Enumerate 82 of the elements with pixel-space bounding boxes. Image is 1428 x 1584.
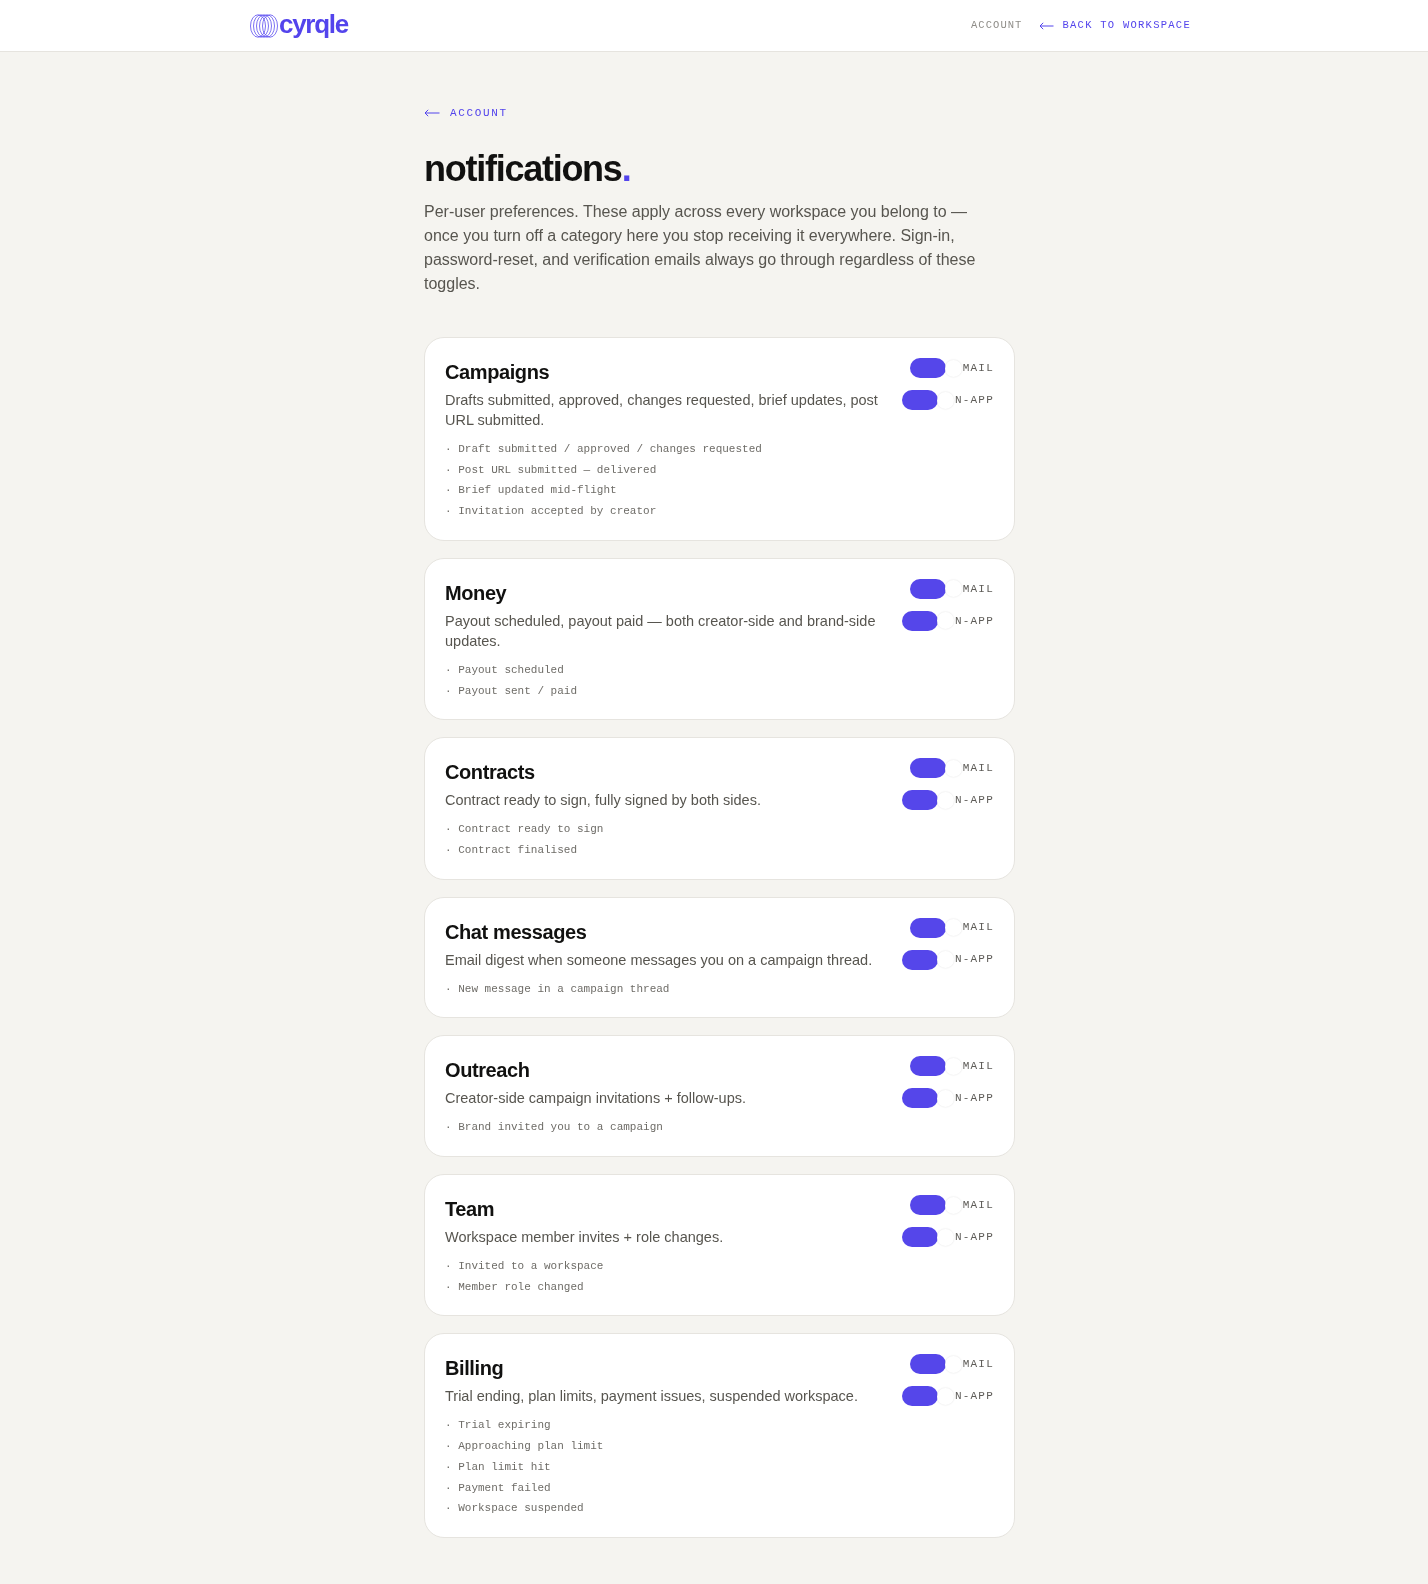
category-description: Workspace member invites + role changes. bbox=[445, 1228, 725, 1248]
event-item: · Payout sent / paid bbox=[445, 683, 578, 699]
toggle-knob[interactable] bbox=[944, 359, 962, 377]
page-title: notifications. bbox=[424, 147, 631, 191]
arrow-left-icon bbox=[1039, 21, 1055, 30]
toggle-label: MAIL bbox=[962, 1059, 994, 1075]
toggle-label: N-APP bbox=[954, 952, 994, 968]
category-description: Payout scheduled, payout paid — both creator-side and brand-side updates. bbox=[445, 611, 877, 651]
toggle-switch[interactable] bbox=[901, 390, 938, 410]
toggle-knob[interactable] bbox=[936, 791, 954, 809]
back-to-workspace-link[interactable]: BACK TO WORKSPACE bbox=[1039, 17, 1191, 34]
toggle-switch[interactable] bbox=[909, 578, 946, 599]
category-description: Contract ready to sign, fully signed by both sides. bbox=[445, 791, 762, 811]
toggle-switch[interactable] bbox=[909, 1056, 946, 1077]
event-item: · Invited to a workspace bbox=[445, 1259, 604, 1275]
toggle-switch[interactable] bbox=[909, 758, 946, 779]
toggle-switch[interactable] bbox=[901, 1227, 938, 1248]
breadcrumb-link[interactable]: ACCOUNT bbox=[424, 105, 508, 121]
category-title: Billing bbox=[445, 1356, 504, 1382]
toggle-knob[interactable] bbox=[944, 1355, 962, 1373]
toggle-switch[interactable] bbox=[901, 949, 938, 970]
toggle-label: MAIL bbox=[962, 360, 994, 376]
event-item: · Approaching plan limit bbox=[445, 1439, 604, 1455]
toggle-label: MAIL bbox=[962, 1357, 994, 1373]
toggle-switch[interactable] bbox=[909, 917, 946, 938]
toggle-label: N-APP bbox=[954, 1229, 994, 1245]
toggle-label: MAIL bbox=[962, 581, 994, 597]
toggle-switch[interactable] bbox=[901, 1386, 938, 1407]
toggle-label: N-APP bbox=[954, 1389, 994, 1405]
logo-wordmark[interactable]: cyrqle bbox=[279, 10, 348, 37]
category-title: Campaigns bbox=[445, 360, 550, 385]
toggle-label: MAIL bbox=[962, 920, 994, 936]
toggle-label: N-APP bbox=[954, 613, 994, 629]
toggle-knob[interactable] bbox=[944, 759, 962, 777]
event-item: · Member role changed bbox=[445, 1279, 584, 1295]
toggle-switch[interactable] bbox=[909, 1195, 946, 1216]
category-description: Creator-side campaign invitations + follow-ups. bbox=[445, 1089, 748, 1109]
event-item: · Payment failed bbox=[445, 1480, 551, 1496]
event-item: · Brief updated mid-flight bbox=[445, 483, 617, 499]
toggle-switch[interactable] bbox=[901, 790, 938, 811]
arrow-left-icon bbox=[424, 109, 440, 117]
toggle-knob[interactable] bbox=[944, 580, 962, 598]
toggle-knob[interactable] bbox=[944, 919, 962, 937]
category-description: Email digest when someone messages you on a campaign thread. bbox=[445, 950, 874, 970]
category-title: Outreach bbox=[445, 1058, 530, 1084]
intro-text: Per-user preferences. These apply across every workspace you belong to — once you turn off a category here you stop receiving it everywhere. Sign-in, password-reset, and verification emails always go through regardless of these toggles. bbox=[424, 202, 977, 294]
event-item: · Invitation accepted by creator bbox=[445, 504, 657, 520]
category-description: Drafts submitted, approved, changes requested, brief updates, post URL submitted. bbox=[445, 391, 879, 430]
toggle-switch[interactable] bbox=[909, 358, 946, 378]
event-item: · Trial expiring bbox=[445, 1418, 551, 1434]
event-item: · Draft submitted / approved / changes requested bbox=[445, 442, 762, 457]
toggle-knob[interactable] bbox=[944, 1057, 962, 1075]
event-item: · Payout scheduled bbox=[445, 662, 564, 678]
toggle-switch[interactable] bbox=[909, 1354, 946, 1375]
toggle-knob[interactable] bbox=[936, 1089, 954, 1107]
toggle-knob[interactable] bbox=[936, 951, 954, 969]
toggle-label: N-APP bbox=[954, 392, 994, 408]
toggle-label: N-APP bbox=[954, 792, 994, 808]
toggle-label: MAIL bbox=[962, 1197, 994, 1213]
category-title: Chat messages bbox=[445, 919, 587, 945]
account-link[interactable]: ACCOUNT bbox=[971, 17, 1023, 34]
category-title: Money bbox=[445, 580, 507, 606]
event-item: · Brand invited you to a campaign bbox=[445, 1120, 663, 1136]
event-item: · Post URL submitted — delivered bbox=[445, 462, 657, 478]
toggle-knob[interactable] bbox=[936, 1228, 954, 1246]
toggle-knob[interactable] bbox=[936, 391, 954, 409]
logo-rings-icon bbox=[250, 13, 278, 38]
toggle-label: MAIL bbox=[962, 760, 994, 776]
category-title: Contracts bbox=[445, 760, 535, 786]
event-item: · Contract ready to sign bbox=[445, 822, 604, 838]
event-item: · New message in a campaign thread bbox=[445, 981, 670, 997]
toggle-knob[interactable] bbox=[944, 1196, 962, 1214]
toggle-switch[interactable] bbox=[901, 610, 938, 631]
toggle-knob[interactable] bbox=[936, 612, 954, 630]
event-item: · Workspace suspended bbox=[445, 1501, 584, 1517]
toggle-knob[interactable] bbox=[936, 1387, 954, 1405]
category-description: Trial ending, plan limits, payment issues, suspended workspace. bbox=[445, 1387, 859, 1407]
toggle-label: N-APP bbox=[954, 1091, 994, 1107]
event-item: · Plan limit hit bbox=[445, 1459, 551, 1475]
event-item: · Contract finalised bbox=[445, 842, 578, 858]
toggle-switch[interactable] bbox=[901, 1088, 938, 1109]
category-title: Team bbox=[445, 1197, 495, 1223]
